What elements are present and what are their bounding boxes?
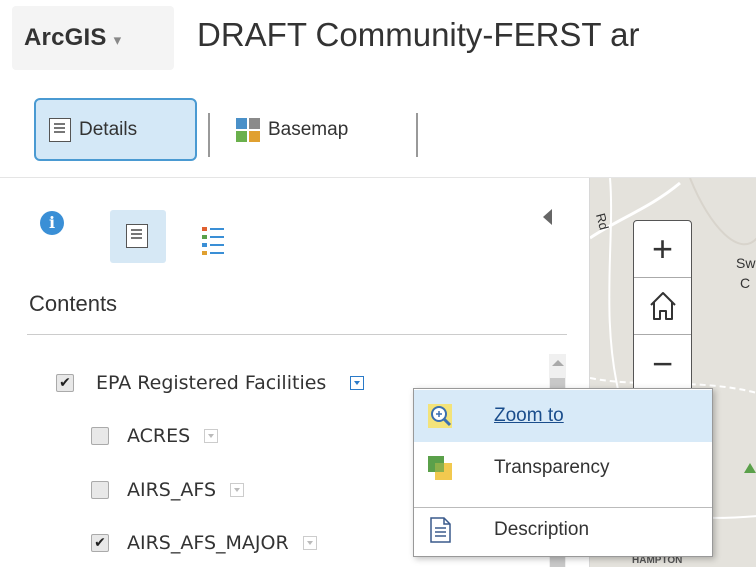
app-header: ArcGIS ▾ DRAFT Community-FERST ar: [0, 0, 756, 86]
layer-menu-chevron-down-icon[interactable]: [302, 536, 317, 550]
home-button[interactable]: [634, 278, 691, 335]
chevron-down-icon: ▾: [113, 32, 122, 49]
tab-content[interactable]: [110, 210, 166, 263]
layer-menu-chevron-down-icon[interactable]: [350, 376, 365, 390]
layer-checkbox[interactable]: ✔: [91, 534, 109, 552]
layer-item: AIRS_AFS: [91, 479, 245, 501]
zoom-control: + −: [633, 220, 692, 393]
scroll-up-icon[interactable]: [552, 360, 564, 366]
basemap-icon: [236, 117, 260, 142]
layer-item: ACRES: [91, 425, 219, 447]
home-icon: [649, 292, 676, 320]
layer-name: ACRES: [127, 425, 191, 447]
layer-checkbox[interactable]: [91, 427, 109, 445]
zoom-out-button[interactable]: −: [634, 335, 691, 392]
map-label: Sw: [736, 255, 756, 271]
basemap-button[interactable]: Basemap: [236, 98, 348, 161]
map-label: C: [740, 275, 751, 291]
legend-icon[interactable]: [202, 227, 224, 257]
divider: [27, 334, 567, 335]
arcgis-brand: ArcGIS: [24, 24, 107, 51]
menu-item-description[interactable]: Description: [414, 504, 712, 556]
zoom-to-icon: [428, 404, 452, 428]
arcgis-menu-button[interactable]: ArcGIS ▾: [12, 6, 174, 70]
page-title: DRAFT Community-FERST ar: [197, 16, 640, 53]
content-icon: [126, 224, 148, 248]
details-label: Details: [79, 118, 138, 140]
menu-item-label: Zoom to: [494, 405, 564, 426]
layer-name: EPA Registered Facilities: [96, 372, 327, 394]
layer-item: ✔ EPA Registered Facilities: [56, 372, 365, 394]
layer-checkbox[interactable]: [91, 481, 109, 499]
info-icon[interactable]: i: [40, 211, 64, 235]
toolbar-divider: [208, 113, 210, 157]
layer-menu-chevron-down-icon[interactable]: [230, 483, 245, 497]
details-button[interactable]: Details: [34, 98, 197, 161]
menu-item-label: Description: [494, 519, 590, 540]
details-icon: [49, 117, 71, 142]
contents-heading: Contents: [29, 291, 118, 316]
collapse-panel-icon[interactable]: [543, 209, 552, 225]
transparency-icon: [428, 456, 452, 480]
layer-item: ✔ AIRS_AFS_MAJOR: [91, 532, 317, 554]
zoom-in-button[interactable]: +: [634, 221, 691, 278]
menu-item-transparency[interactable]: Transparency: [414, 442, 712, 494]
toolbar: Details Basemap: [0, 86, 756, 178]
description-icon: [430, 517, 451, 543]
layer-menu-chevron-down-icon[interactable]: [204, 429, 219, 443]
basemap-label: Basemap: [268, 118, 349, 140]
menu-item-zoom-to[interactable]: Zoom to: [414, 390, 712, 442]
menu-item-label: Transparency: [494, 457, 610, 478]
toolbar-divider: [416, 113, 418, 157]
layer-name: AIRS_AFS: [127, 479, 217, 501]
layer-checkbox[interactable]: ✔: [56, 374, 74, 392]
layer-name: AIRS_AFS_MAJOR: [127, 532, 289, 554]
layer-context-menu: Zoom to Transparency Description: [413, 388, 713, 557]
